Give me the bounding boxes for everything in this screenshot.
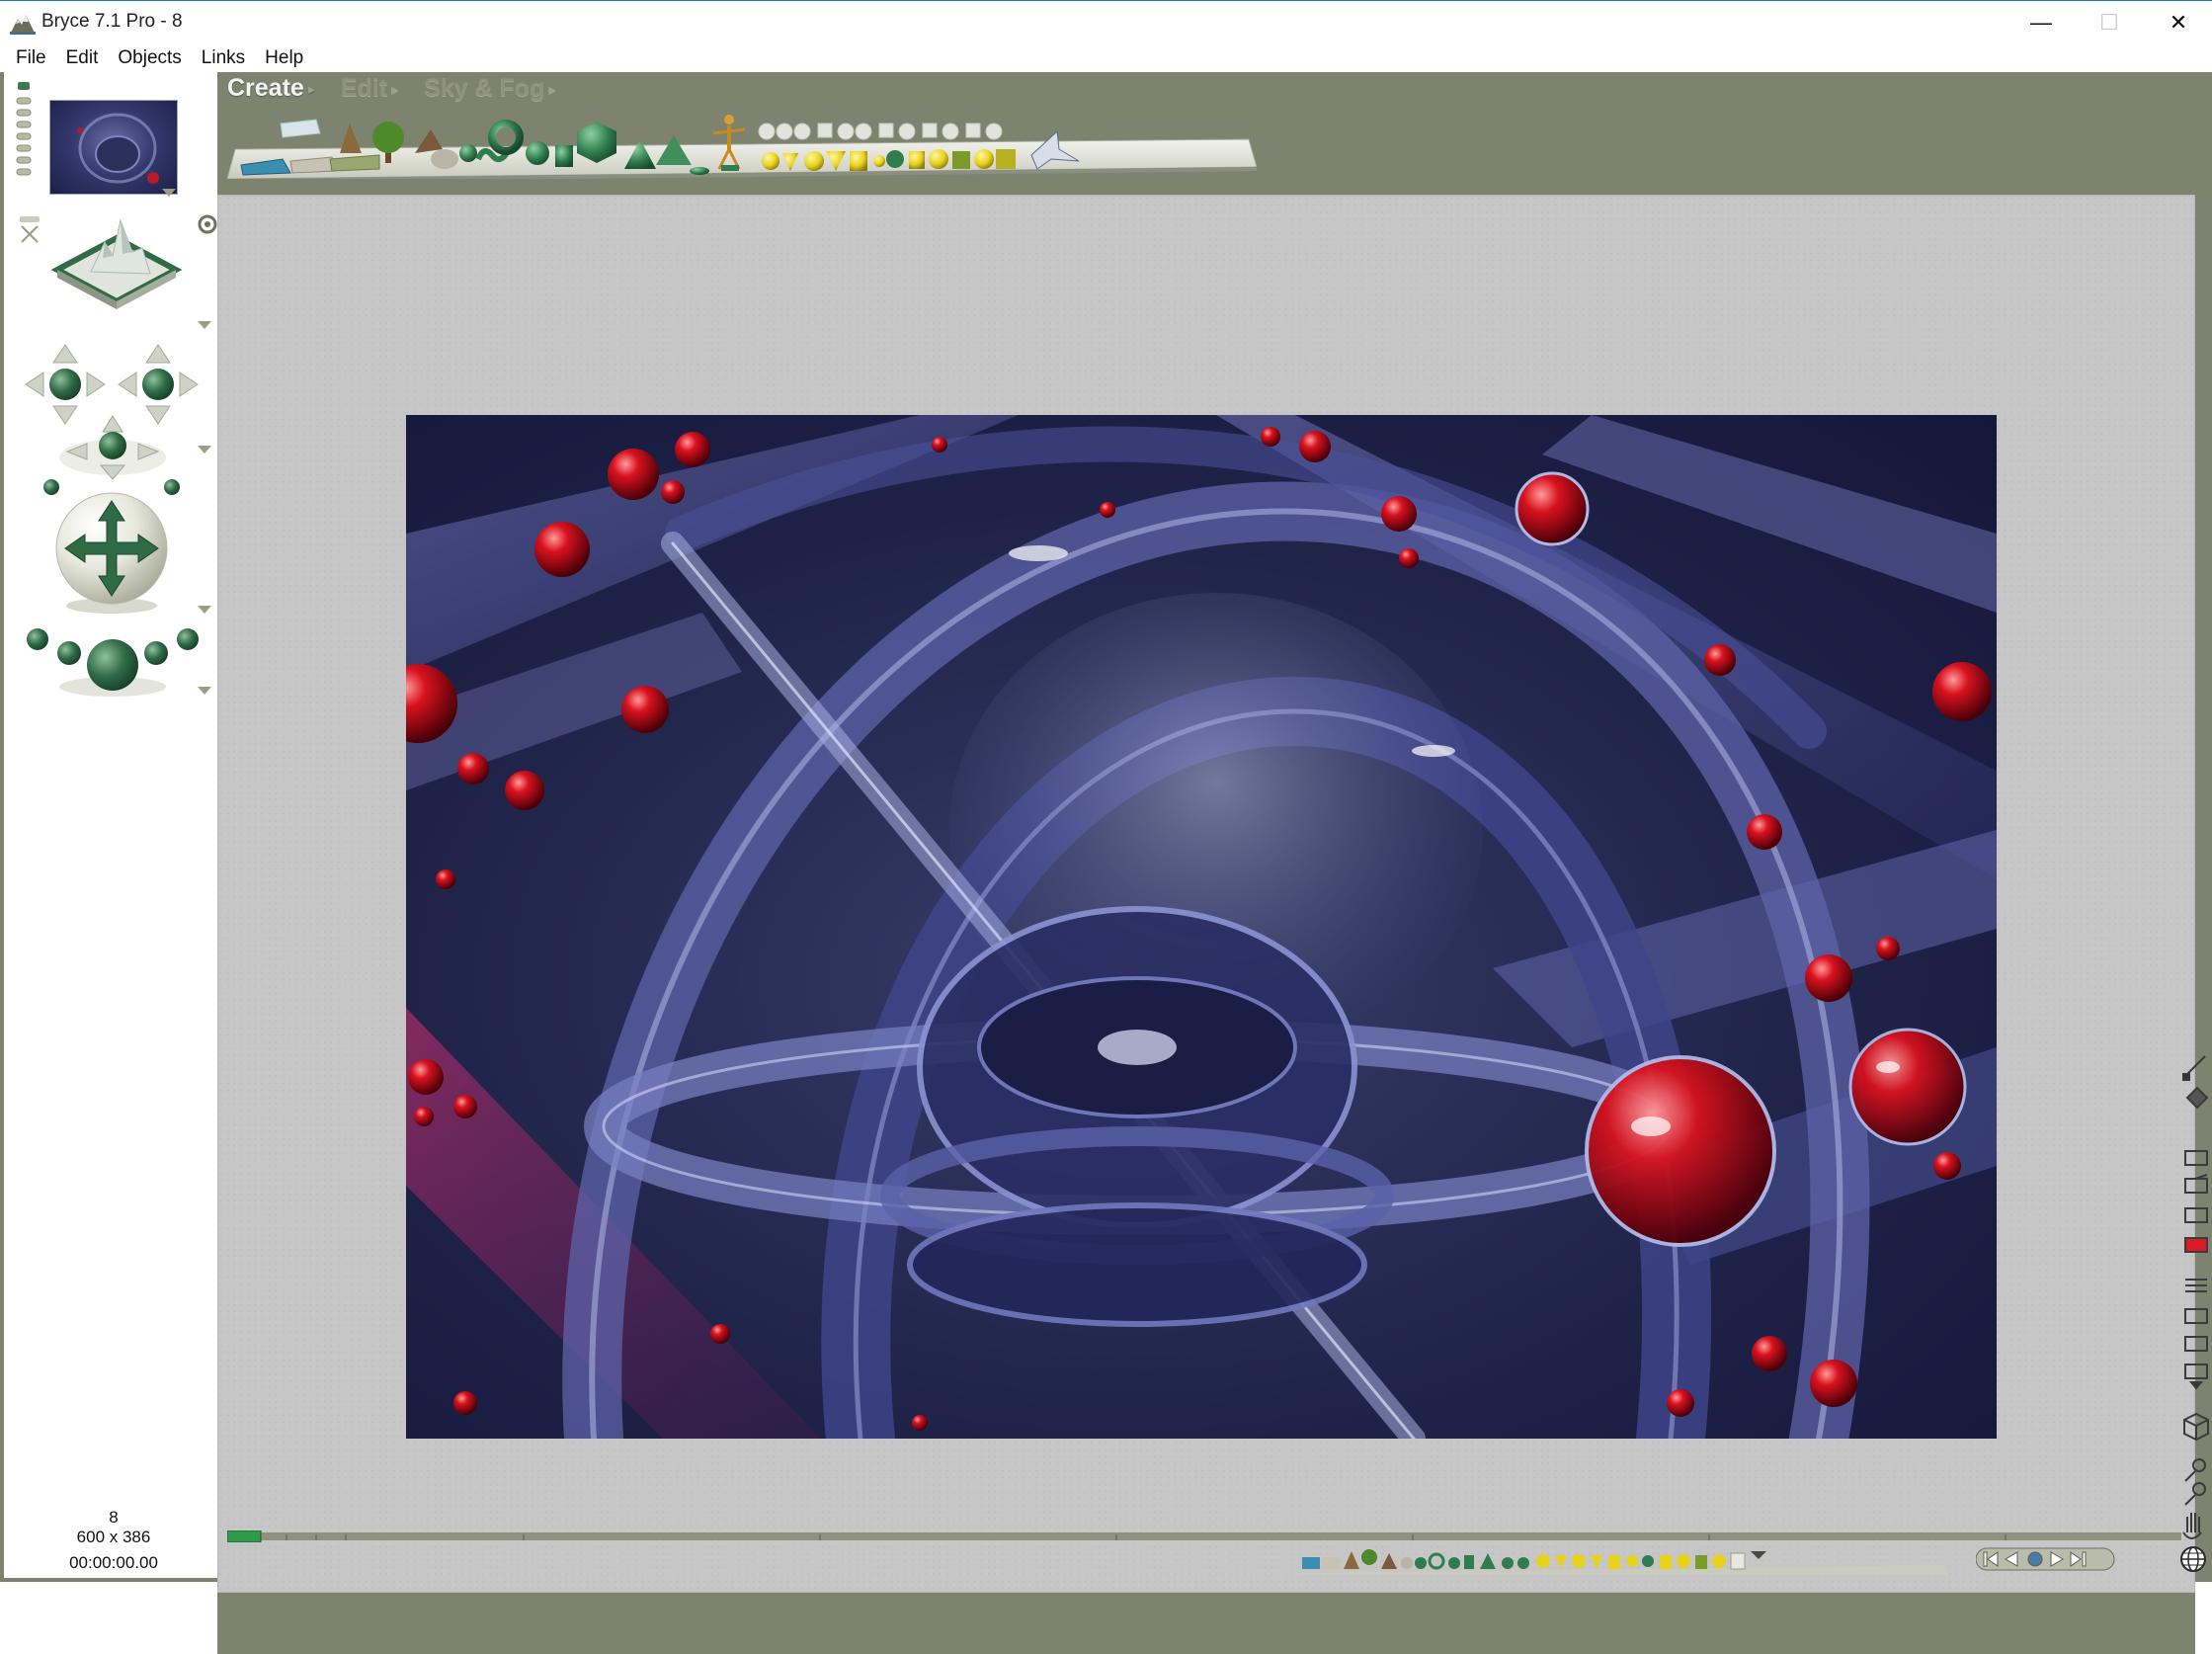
globe-icon[interactable] <box>2179 1545 2207 1573</box>
tab-create[interactable]: Create ▸ <box>227 74 315 106</box>
view-control-icon[interactable] <box>47 208 186 317</box>
tab-arrow-icon: ▸ <box>548 80 556 97</box>
zoom-out-icon[interactable] <box>2184 1482 2206 1506</box>
nano-preview-icon[interactable] <box>49 100 178 195</box>
close-button[interactable]: ✕ <box>2146 1 2211 44</box>
metaball-ghost-icons <box>758 123 1003 140</box>
menu-bar: File Edit Objects Links Help <box>0 43 2212 72</box>
bottom-strip <box>217 1593 2195 1654</box>
tab-arrow-icon: ▸ <box>307 80 315 97</box>
close-icon: ✕ <box>2169 10 2188 35</box>
nano-preview-render <box>77 113 159 184</box>
top-view-icon[interactable] <box>2184 1336 2208 1352</box>
record-key-button[interactable] <box>2027 1551 2043 1567</box>
rendered-image[interactable] <box>406 415 1997 1439</box>
menu-objects[interactable]: Objects <box>108 43 191 72</box>
window-title: Bryce 7.1 Pro - 8 <box>41 11 183 32</box>
view-options-arrow-icon[interactable] <box>198 321 211 331</box>
document-info: 8 600 x 386 00:00:00.00 <box>40 1508 188 1573</box>
camera-view-icon[interactable] <box>2184 1308 2208 1324</box>
create-palette-tray <box>226 115 1257 179</box>
tab-sky-fog[interactable]: Sky & Fog ▸ <box>424 74 555 106</box>
bryce-app-icon <box>10 15 36 35</box>
menu-file[interactable]: File <box>6 43 56 72</box>
camera-options-arrow-icon[interactable] <box>198 446 211 455</box>
render-cancel-icon[interactable] <box>18 216 41 244</box>
preview-options-arrow-icon[interactable] <box>162 189 176 199</box>
zoom-controls-icon[interactable] <box>18 614 205 703</box>
menu-links[interactable]: Links <box>192 43 255 72</box>
pan-hand-icon[interactable] <box>2182 1513 2202 1539</box>
minimize-button[interactable]: — <box>2008 1 2074 44</box>
tab-arrow-icon: ▸ <box>391 80 399 97</box>
render-view-icon[interactable] <box>2184 1237 2208 1253</box>
tab-edit[interactable]: Edit ▸ <box>341 74 398 106</box>
document-size: 600 x 386 <box>76 1528 151 1546</box>
right-toolbar <box>2182 1055 2209 1539</box>
palette-tabs: Create ▸ Edit ▸ Sky & Fog ▸ <box>227 74 555 106</box>
menu-help[interactable]: Help <box>255 43 313 72</box>
plain-view-icon[interactable] <box>2184 1150 2208 1166</box>
eraser-icon[interactable] <box>2185 1086 2209 1110</box>
workspace: Create ▸ Edit ▸ Sky & Fog ▸ <box>0 72 2212 1654</box>
zoom-in-icon[interactable] <box>2184 1458 2206 1482</box>
wireframe-view-icon[interactable] <box>2184 1174 2208 1194</box>
document-name: 8 <box>109 1508 119 1527</box>
menu-edit[interactable]: Edit <box>56 43 109 72</box>
brush-icon[interactable] <box>2182 1055 2206 1081</box>
camera-trackball-icon[interactable] <box>47 487 176 616</box>
timeline-scrubber[interactable] <box>227 1530 262 1542</box>
left-control-panel <box>4 72 217 1578</box>
minimize-icon: — <box>2030 10 2052 35</box>
maximize-button[interactable]: ☐ <box>2077 1 2142 44</box>
texture-view-icon[interactable] <box>2184 1207 2208 1223</box>
zoom-options-arrow-icon[interactable] <box>198 687 211 697</box>
render-button-icon[interactable] <box>198 214 217 234</box>
animation-transport-controls <box>1976 1547 2115 1571</box>
animation-timeline[interactable] <box>227 1530 2181 1542</box>
cube-view-icon[interactable] <box>2183 1412 2209 1442</box>
maximize-icon: ☐ <box>2099 10 2119 35</box>
bottom-object-tray[interactable] <box>1296 1543 1948 1575</box>
title-bar: Bryce 7.1 Pro - 8 — ☐ ✕ <box>0 0 2212 43</box>
display-options-icon[interactable] <box>2185 1279 2207 1292</box>
render-artwork <box>406 415 1997 1439</box>
view-menu-icon[interactable] <box>2184 1364 2208 1390</box>
document-time: 00:00:00.00 <box>69 1553 158 1572</box>
memory-dots-icon[interactable] <box>14 80 34 199</box>
